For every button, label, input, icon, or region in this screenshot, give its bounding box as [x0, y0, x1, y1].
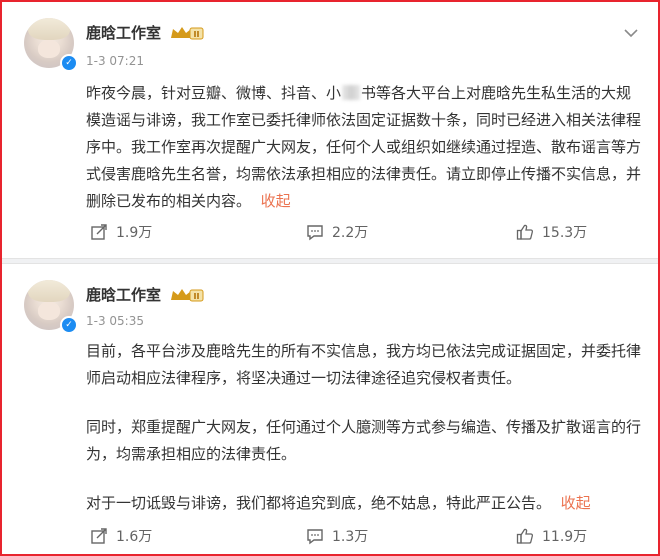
chevron-down-icon[interactable] [624, 28, 638, 38]
post-time[interactable]: 1-3 05:35 [86, 314, 144, 328]
post-text: 目前，各平台涉及鹿晗先生的所有不实信息，我方均已依法完成证据固定，并委托律师启动… [86, 338, 642, 517]
share-icon [91, 224, 107, 240]
crown-badge-icon[interactable]: II [170, 287, 204, 303]
collapse-link[interactable]: 收起 [561, 494, 591, 512]
comment-button[interactable]: 1.3万 [306, 526, 368, 546]
verified-icon: ✓ [60, 316, 78, 334]
like-count: 11.9万 [542, 529, 588, 545]
verified-icon: ✓ [60, 54, 78, 72]
post-text-part: 昨夜今晨，针对豆瓣、微博、抖音、小 [86, 84, 342, 102]
share-count: 1.6万 [116, 529, 153, 545]
author-name[interactable]: 鹿晗工作室 [86, 22, 161, 43]
like-icon [516, 224, 534, 240]
post-paragraph: 对于一切诋毁与诽谤，我们都将追究到底，绝不姑息，特此严正公告。 [86, 494, 552, 512]
post-time[interactable]: 1-3 07:21 [86, 54, 144, 68]
share-count: 1.9万 [116, 225, 153, 241]
screenshot-frame: ✓ 鹿晗工作室 II 1-3 07:21 昨夜今晨，针对豆瓣、微博、抖音、小 书等… [0, 0, 660, 556]
like-button[interactable]: 11.9万 [516, 526, 587, 546]
crown-badge-icon[interactable]: II [170, 25, 204, 41]
post-text: 昨夜今晨，针对豆瓣、微博、抖音、小 书等各大平台上对鹿晗先生私生活的大规模造谣与诽… [86, 80, 642, 215]
svg-text:II: II [194, 30, 200, 39]
comment-button[interactable]: 2.2万 [306, 222, 368, 242]
svg-text:II: II [194, 292, 200, 301]
comment-count: 1.3万 [332, 529, 369, 545]
like-icon [516, 528, 534, 544]
author-name[interactable]: 鹿晗工作室 [86, 284, 161, 305]
share-button[interactable]: 1.9万 [90, 222, 152, 242]
like-count: 15.3万 [542, 225, 588, 241]
share-icon [91, 528, 107, 544]
weibo-post: ✓ 鹿晗工作室 II 1-3 07:21 昨夜今晨，针对豆瓣、微博、抖音、小 书等… [2, 2, 658, 258]
post-actions: 1.6万 1.3万 11.9万 [2, 526, 658, 546]
post-text-part: 书等各大平台上对鹿晗先生私生活的大规模造谣与诽谤，我工作室已委托律师依法固定证据… [86, 84, 642, 210]
post-actions: 1.9万 2.2万 15.3万 [2, 222, 658, 242]
share-button[interactable]: 1.6万 [90, 526, 152, 546]
weibo-post: ✓ 鹿晗工作室 II 1-3 05:35 目前，各平台涉及鹿晗先生的所有不实信息… [2, 264, 658, 554]
collapse-link[interactable]: 收起 [261, 192, 291, 210]
blurred-text [342, 85, 361, 100]
like-button[interactable]: 15.3万 [516, 222, 587, 242]
comment-icon [307, 225, 323, 241]
comment-icon [307, 529, 323, 545]
post-paragraph: 目前，各平台涉及鹿晗先生的所有不实信息，我方均已依法完成证据固定，并委托律师启动… [86, 342, 642, 387]
comment-count: 2.2万 [332, 225, 369, 241]
post-paragraph: 同时，郑重提醒广大网友，任何通过个人臆测等方式参与编造、传播及扩散谣言的行为，均… [86, 418, 642, 463]
